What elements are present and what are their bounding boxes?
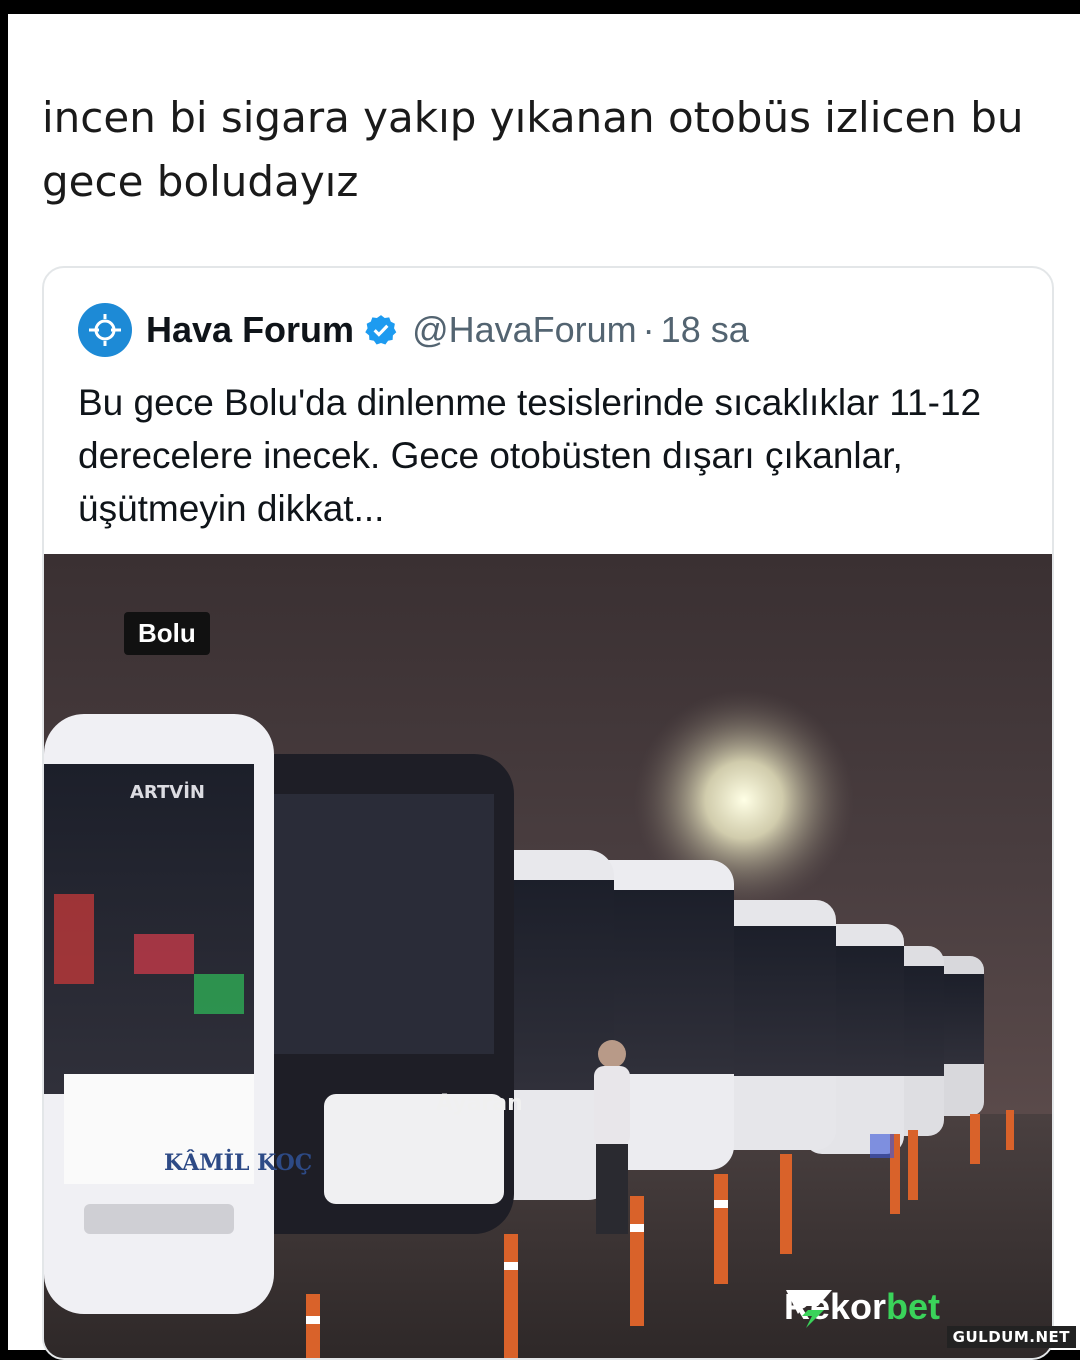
account-handle[interactable]: @HavaForum: [412, 309, 637, 351]
bus-text-kamilkoc: KÂMİL KOÇ: [164, 1148, 312, 1176]
tweet-photo[interactable]: ARTVİN KÂMİL KOÇ Ayaran Bolu Rekor bet: [44, 554, 1052, 1358]
bus-text-ayaran: Ayaran: [436, 1091, 523, 1116]
rekorbet-logo-icon: [786, 1290, 832, 1328]
rekorbet-text-part2: bet: [886, 1286, 941, 1327]
verified-badge-icon: [365, 315, 397, 345]
post-page: incen bi sigara yakıp yıkanan otobüs izl…: [8, 14, 1080, 1360]
post-caption: incen bi sigara yakıp yıkanan otobüs izl…: [42, 93, 1024, 206]
separator-dot: ·: [642, 309, 655, 350]
hava-forum-logo-icon[interactable]: [78, 303, 132, 357]
guldum-watermark: GULDUM.NET: [946, 1326, 1076, 1348]
location-tag: Bolu: [124, 612, 210, 655]
quoted-tweet-text: Bu gece Bolu'da dinlenme tesislerinde sı…: [78, 382, 982, 529]
account-name[interactable]: Hava Forum: [146, 309, 354, 351]
bus-parking-scene: ARTVİN KÂMİL KOÇ Ayaran: [44, 690, 1052, 1358]
quoted-tweet-card[interactable]: Hava Forum @HavaForum · 18 sa Bu gece Bo…: [42, 266, 1054, 1360]
blue-light: [870, 1134, 894, 1158]
rekorbet-logo: Rekor bet: [784, 1286, 940, 1328]
person-silhouette: [594, 1040, 630, 1234]
quoted-tweet-header: Hava Forum @HavaForum · 18 sa: [78, 302, 749, 358]
tweet-time[interactable]: 18 sa: [661, 309, 749, 351]
bus-text-artvin: ARTVİN: [130, 781, 205, 803]
